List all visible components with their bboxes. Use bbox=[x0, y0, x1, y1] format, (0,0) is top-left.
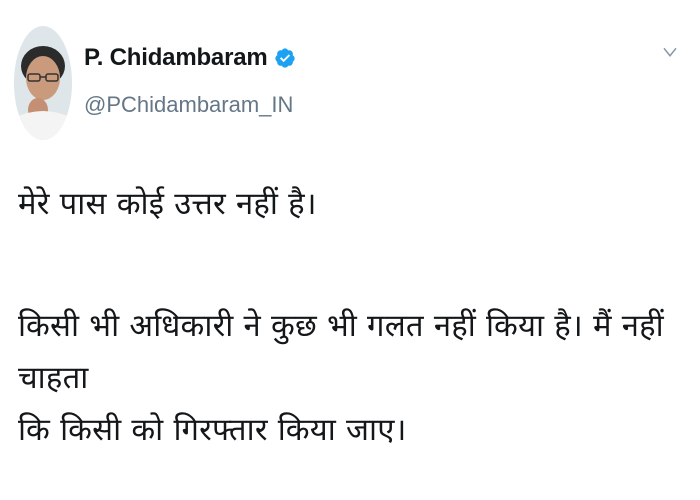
tweet-paragraph-1: मेरे पास कोई उत्तर नहीं है। bbox=[18, 186, 317, 222]
user-handle[interactable]: @PChidambaram_IN bbox=[84, 92, 293, 118]
tweet-paragraph-2-line-1: किसी भी अधिकारी ने कुछ भी गलत नहीं किया … bbox=[18, 308, 664, 396]
profile-photo bbox=[14, 26, 72, 140]
avatar[interactable] bbox=[14, 26, 72, 140]
verified-badge-icon bbox=[274, 47, 296, 69]
chevron-down-icon[interactable] bbox=[658, 40, 682, 64]
tweet-card: P. Chidambaram @PChidambaram_IN मेरे पास… bbox=[0, 0, 700, 500]
tweet-text: मेरे पास कोई उत्तर नहीं है। किसी भी अधिक… bbox=[18, 178, 682, 456]
tweet-paragraph-2-line-2: कि किसी को गिरफ्तार किया जाए। bbox=[18, 412, 407, 448]
display-name[interactable]: P. Chidambaram bbox=[84, 44, 268, 72]
author-name-row[interactable]: P. Chidambaram bbox=[84, 44, 296, 72]
